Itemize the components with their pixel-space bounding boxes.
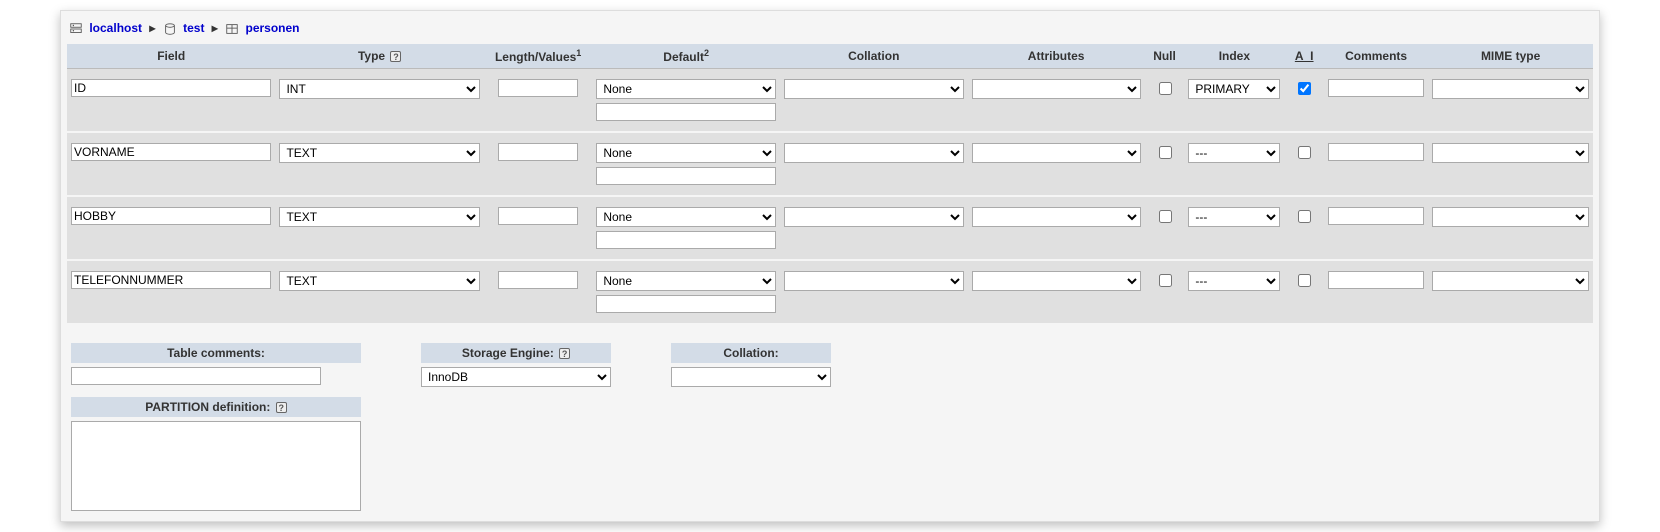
- default-extra-input[interactable]: [596, 103, 776, 121]
- breadcrumb-database-link[interactable]: test: [183, 21, 204, 35]
- partition-label: PARTITION definition: ?: [71, 397, 361, 417]
- attributes-select[interactable]: [972, 143, 1141, 163]
- auto-increment-checkbox[interactable]: [1298, 274, 1311, 287]
- comments-input[interactable]: [1328, 207, 1424, 225]
- null-checkbox[interactable]: [1159, 146, 1172, 159]
- index-select[interactable]: PRIMARY: [1188, 79, 1280, 99]
- length-input[interactable]: [498, 79, 578, 97]
- table-row: TEXT None ---: [67, 133, 1593, 197]
- breadcrumb-server-link[interactable]: localhost: [89, 21, 142, 35]
- help-icon[interactable]: ?: [559, 348, 570, 359]
- header-attributes: Attributes: [968, 44, 1145, 69]
- table-comments-input[interactable]: [71, 367, 321, 385]
- default-select[interactable]: None: [596, 143, 776, 163]
- breadcrumb: localhost ▸ test ▸ personen: [67, 17, 1593, 44]
- collation-section: Collation:: [671, 343, 831, 387]
- default-extra-input[interactable]: [596, 295, 776, 313]
- header-collation: Collation: [780, 44, 968, 69]
- index-select[interactable]: ---: [1188, 271, 1280, 291]
- auto-increment-checkbox[interactable]: [1298, 210, 1311, 223]
- table-icon: [225, 22, 239, 36]
- header-type: Type ?: [275, 44, 483, 69]
- attributes-select[interactable]: [972, 207, 1141, 227]
- table-collation-label: Collation:: [671, 343, 831, 363]
- null-checkbox[interactable]: [1159, 274, 1172, 287]
- default-extra-input[interactable]: [596, 167, 776, 185]
- columns-header-row: Field Type ? Length/Values1 Default2 Col…: [67, 44, 1593, 69]
- mime-select[interactable]: [1432, 79, 1589, 99]
- storage-engine-section: Storage Engine: ? InnoDB: [421, 343, 611, 387]
- attributes-select[interactable]: [972, 271, 1141, 291]
- auto-increment-checkbox[interactable]: [1298, 146, 1311, 159]
- default-select[interactable]: None: [596, 207, 776, 227]
- field-name-input[interactable]: [71, 207, 271, 225]
- type-select[interactable]: TEXT: [279, 143, 479, 163]
- storage-engine-label: Storage Engine: ?: [421, 343, 611, 363]
- field-name-input[interactable]: [71, 79, 271, 97]
- comments-input[interactable]: [1328, 79, 1424, 97]
- auto-increment-checkbox[interactable]: [1298, 82, 1311, 95]
- collation-select[interactable]: [784, 207, 964, 227]
- null-checkbox[interactable]: [1159, 82, 1172, 95]
- field-name-input[interactable]: [71, 143, 271, 161]
- comments-input[interactable]: [1328, 143, 1424, 161]
- columns-table: Field Type ? Length/Values1 Default2 Col…: [67, 44, 1593, 325]
- table-comments-section: Table comments: PARTITION definition: ?: [71, 343, 361, 511]
- chevron-right-icon: ▸: [212, 21, 218, 35]
- database-icon: [163, 22, 177, 36]
- mime-select[interactable]: [1432, 207, 1589, 227]
- length-input[interactable]: [498, 207, 578, 225]
- header-null: Null: [1145, 44, 1185, 69]
- type-select[interactable]: INT: [279, 79, 479, 99]
- table-row: TEXT None ---: [67, 261, 1593, 325]
- header-default: Default2: [592, 44, 780, 69]
- chevron-right-icon: ▸: [149, 21, 155, 35]
- default-extra-input[interactable]: [596, 231, 776, 249]
- header-field: Field: [67, 44, 275, 69]
- mime-select[interactable]: [1432, 143, 1589, 163]
- attributes-select[interactable]: [972, 79, 1141, 99]
- null-checkbox[interactable]: [1159, 210, 1172, 223]
- field-name-input[interactable]: [71, 271, 271, 289]
- header-ai: A_I: [1284, 44, 1324, 69]
- index-select[interactable]: ---: [1188, 207, 1280, 227]
- server-icon: [69, 22, 83, 36]
- collation-select[interactable]: [784, 143, 964, 163]
- table-row: INT None PRIMARY: [67, 69, 1593, 133]
- table-comments-label: Table comments:: [71, 343, 361, 363]
- partition-textarea[interactable]: [71, 421, 361, 511]
- length-input[interactable]: [498, 271, 578, 289]
- storage-engine-select[interactable]: InnoDB: [421, 367, 611, 387]
- help-icon[interactable]: ?: [390, 51, 401, 62]
- index-select[interactable]: ---: [1188, 143, 1280, 163]
- type-select[interactable]: TEXT: [279, 207, 479, 227]
- type-select[interactable]: TEXT: [279, 271, 479, 291]
- mime-select[interactable]: [1432, 271, 1589, 291]
- length-input[interactable]: [498, 143, 578, 161]
- table-row: TEXT None ---: [67, 197, 1593, 261]
- header-mime: MIME type: [1428, 44, 1593, 69]
- comments-input[interactable]: [1328, 271, 1424, 289]
- header-comments: Comments: [1324, 44, 1428, 69]
- header-index: Index: [1184, 44, 1284, 69]
- header-length: Length/Values1: [484, 44, 592, 69]
- breadcrumb-table-link[interactable]: personen: [246, 21, 300, 35]
- collation-select[interactable]: [784, 79, 964, 99]
- collation-select[interactable]: [784, 271, 964, 291]
- help-icon[interactable]: ?: [276, 402, 287, 413]
- table-collation-select[interactable]: [671, 367, 831, 387]
- default-select[interactable]: None: [596, 79, 776, 99]
- default-select[interactable]: None: [596, 271, 776, 291]
